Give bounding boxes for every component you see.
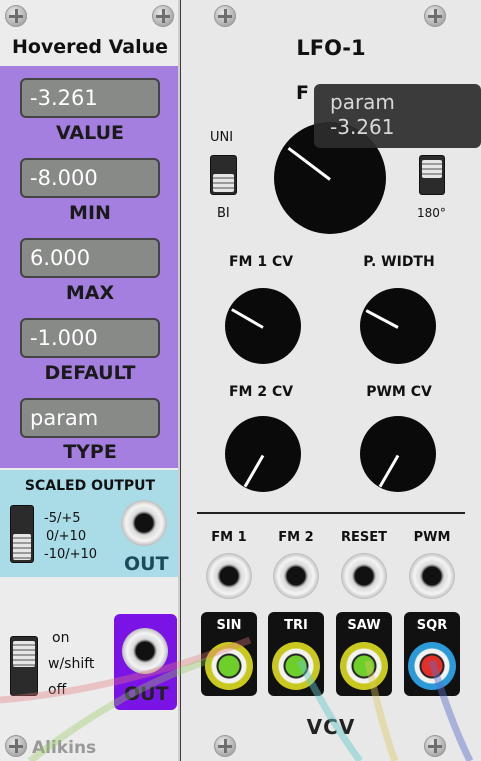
- saw-output: SAW: [336, 612, 392, 696]
- default-field[interactable]: -1.000: [20, 318, 160, 358]
- phase-label: 180°: [417, 206, 446, 220]
- screw-icon: [5, 735, 27, 757]
- range-option: -10/+10: [44, 547, 98, 562]
- divider: [197, 512, 465, 514]
- range-switch[interactable]: [10, 505, 34, 563]
- knob-label: FM 2 CV: [228, 384, 294, 400]
- max-label: MAX: [65, 282, 115, 304]
- pwidth-knob[interactable]: [360, 288, 436, 364]
- scaled-output-title: SCALED OUTPUT: [24, 478, 156, 494]
- screw-icon: [152, 5, 174, 27]
- fm2-cv-knob[interactable]: [225, 416, 301, 492]
- fm2-input-jack[interactable]: [273, 553, 319, 599]
- pwm-input-jack[interactable]: [409, 553, 455, 599]
- mode-option: w/shift: [48, 656, 95, 672]
- mode-option: on: [52, 630, 70, 646]
- uni-label: UNI: [210, 130, 234, 145]
- tooltip-name: param: [330, 90, 395, 114]
- range-option: -5/+5: [44, 511, 81, 526]
- max-field[interactable]: 6.000: [20, 238, 160, 278]
- module-title: Hovered Value: [11, 36, 169, 58]
- screw-icon: [424, 735, 446, 757]
- tooltip-value: -3.261: [330, 115, 395, 139]
- sin-output-jack[interactable]: [205, 642, 253, 690]
- freq-label: F: [296, 82, 309, 104]
- type-label: TYPE: [63, 441, 117, 463]
- reset-input-jack[interactable]: [341, 553, 387, 599]
- value-label: VALUE: [56, 122, 124, 144]
- sqr-label: SQR: [416, 618, 448, 633]
- scaled-out-jack[interactable]: [121, 500, 167, 546]
- sin-label: SIN: [216, 618, 242, 633]
- knob-label: P. WIDTH: [363, 254, 435, 270]
- scaled-out-label: OUT: [124, 553, 169, 575]
- screw-icon: [214, 5, 236, 27]
- range-option: 0/+10: [46, 529, 87, 544]
- min-label: MIN: [69, 202, 111, 224]
- tri-label: TRI: [284, 618, 308, 633]
- default-label: DEFAULT: [44, 362, 136, 384]
- input-label: RESET: [340, 530, 387, 545]
- value-field[interactable]: -3.261: [20, 78, 160, 118]
- input-label: FM 1: [211, 530, 247, 545]
- tri-output: TRI: [268, 612, 324, 696]
- knob-label: PWM CV: [366, 384, 432, 400]
- brand-label: Alikins: [32, 738, 97, 758]
- fm1-cv-knob[interactable]: [225, 288, 301, 364]
- mode-option: off: [48, 682, 67, 698]
- out-jack[interactable]: [122, 628, 168, 674]
- type-field[interactable]: param: [20, 398, 160, 438]
- uni-bi-switch[interactable]: [210, 155, 237, 195]
- pwm-cv-knob[interactable]: [360, 416, 436, 492]
- knob-label: FM 1 CV: [228, 254, 294, 270]
- sqr-output-jack[interactable]: [408, 642, 456, 690]
- hovered-value-module: Hovered Value -3.261 VALUE -8.000 MIN 6.…: [0, 0, 180, 761]
- param-tooltip: param -3.261: [314, 84, 481, 148]
- module-title: LFO-1: [296, 36, 366, 60]
- screw-icon: [424, 5, 446, 27]
- sqr-output: SQR: [404, 612, 460, 696]
- tri-output-jack[interactable]: [272, 642, 320, 690]
- mode-switch[interactable]: [10, 636, 38, 696]
- min-field[interactable]: -8.000: [20, 158, 160, 198]
- phase-switch[interactable]: [419, 155, 445, 195]
- input-label: FM 2: [278, 530, 314, 545]
- out-label: OUT: [124, 683, 169, 705]
- screw-icon: [5, 5, 27, 27]
- fm1-input-jack[interactable]: [206, 553, 252, 599]
- sin-output: SIN: [201, 612, 257, 696]
- screw-icon: [214, 735, 236, 757]
- saw-output-jack[interactable]: [340, 642, 388, 690]
- bi-label: BI: [217, 206, 230, 221]
- input-label: PWM: [413, 530, 451, 545]
- saw-label: SAW: [347, 618, 381, 633]
